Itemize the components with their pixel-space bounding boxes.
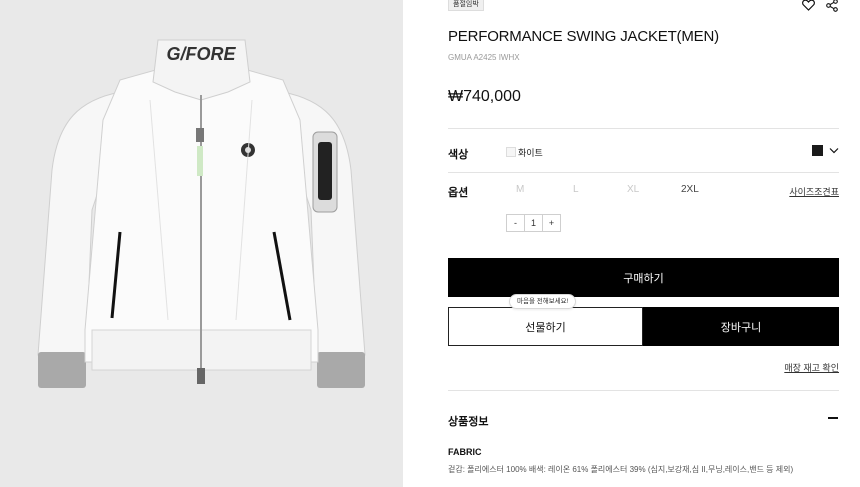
- quantity-value[interactable]: 1: [524, 215, 543, 231]
- size-options: M L XL 2XL: [516, 184, 716, 198]
- color-select[interactable]: [812, 145, 839, 156]
- product-page: G/FORE 품절임박 PERFORMANCE SWING JACKET(MEN…: [0, 0, 860, 487]
- product-image[interactable]: G/FORE: [0, 0, 403, 487]
- size-2xl[interactable]: 2XL: [681, 184, 699, 195]
- store-stock-link[interactable]: 매장 재고 확인: [784, 361, 839, 374]
- color-name: 화이트: [518, 148, 543, 158]
- share-icon[interactable]: [825, 0, 839, 12]
- quantity-minus-button[interactable]: -: [507, 215, 524, 231]
- divider: [448, 172, 839, 173]
- fabric-heading: FABRIC: [448, 447, 482, 457]
- size-m[interactable]: M: [516, 184, 524, 195]
- product-price: ₩740,000: [448, 88, 521, 105]
- size-guide-link[interactable]: 사이즈조견표: [789, 185, 839, 198]
- buy-button[interactable]: 구매하기: [448, 258, 839, 297]
- divider: [448, 390, 839, 391]
- product-title: PERFORMANCE SWING JACKET(MEN): [448, 28, 719, 45]
- heart-icon[interactable]: [801, 0, 815, 12]
- quantity-plus-button[interactable]: +: [543, 215, 560, 231]
- option-label: 옵션: [448, 187, 469, 199]
- color-chip: [812, 145, 823, 156]
- color-swatch: [506, 147, 516, 157]
- top-actions: [801, 0, 839, 12]
- stock-badge: 품절임박: [448, 0, 484, 11]
- divider: [448, 128, 839, 129]
- size-xl[interactable]: XL: [627, 184, 639, 195]
- quantity-stepper: - 1 +: [506, 214, 561, 232]
- product-info-heading: 상품정보: [448, 416, 489, 428]
- fabric-description: 겉감: 폴리에스터 100% 배색: 레이온 61% 폴리에스터 39% (심지…: [448, 465, 794, 474]
- collar-logo: G/FORE: [166, 44, 236, 64]
- jacket-illustration: G/FORE: [37, 39, 366, 388]
- chevron-down-icon: [829, 148, 839, 154]
- product-info-panel: 품절임박 PERFORMANCE SWING JACKET(MEN) GMUA …: [448, 0, 839, 487]
- size-l[interactable]: L: [573, 184, 579, 195]
- gift-button[interactable]: 선물하기: [448, 307, 643, 346]
- product-sku: GMUA A2425 IWHX: [448, 53, 520, 62]
- add-to-cart-button[interactable]: 장바구니: [643, 307, 839, 346]
- collapse-icon[interactable]: [827, 412, 839, 424]
- color-label: 색상: [448, 149, 469, 161]
- gift-tooltip: 마음을 전해보세요!: [509, 294, 577, 309]
